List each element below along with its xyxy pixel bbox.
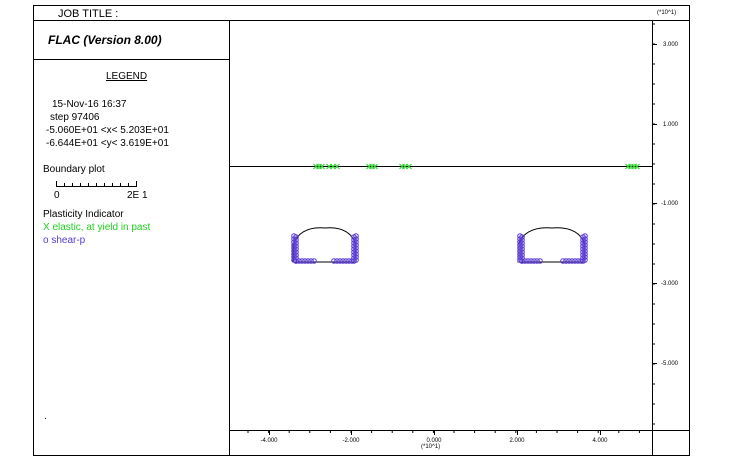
y-axis-ticks: 3.000 1.000 -1.000 -3.000 -5.000	[652, 23, 679, 425]
x-tick-label: 2.000	[509, 438, 525, 444]
tunnel-boundary-right	[517, 227, 586, 263]
y-scale-unit: (*10^1)	[657, 10, 677, 16]
shear-legend-entry: o shear-p	[43, 235, 86, 246]
x-range: -5.060E+01 <x< 5.203E+01	[46, 125, 169, 136]
y-tick-label: 3.000	[663, 42, 679, 48]
y-tick-label: -3.000	[661, 281, 679, 287]
y-tick-label: -5.000	[661, 361, 679, 367]
x-tick-label: -2.000	[342, 438, 360, 444]
shear-o-marker	[311, 258, 317, 264]
x-scale-unit: (*10^1)	[421, 444, 441, 450]
tunnel-boundary-left	[292, 227, 357, 263]
program-version: FLAC (Version 8.00)	[48, 33, 162, 47]
boundary-plot-label: Boundary plot	[43, 164, 105, 175]
scale-bar-left-label: 0	[54, 190, 60, 201]
plasticity-heading: Plasticity Indicator	[43, 209, 124, 220]
x-tick-label: 4.000	[592, 438, 608, 444]
y-tick-label: 1.000	[663, 122, 679, 128]
job-title-label: JOB TITLE :	[58, 8, 119, 20]
boundary-scale-bar	[56, 181, 137, 187]
x-axis-ticks: -4.000 -2.000 0.000 2.000 4.000	[247, 430, 640, 444]
y-tick-label: -1.000	[661, 201, 679, 207]
scale-bar-right-label: 2E 1	[127, 190, 148, 201]
x-tick-label: -4.000	[260, 438, 278, 444]
y-range: -6.644E+01 <y< 3.619E+01	[46, 138, 169, 149]
legend-heading: LEGEND	[106, 71, 148, 82]
shear-o-marker	[537, 258, 543, 264]
shear-markers	[291, 233, 588, 264]
step-count: step 97406	[50, 112, 100, 123]
date-time: 15-Nov-16 16:37	[52, 99, 127, 110]
footnote-mark: .	[44, 411, 47, 422]
elastic-legend-entry: X elastic, at yield in past	[43, 222, 151, 233]
